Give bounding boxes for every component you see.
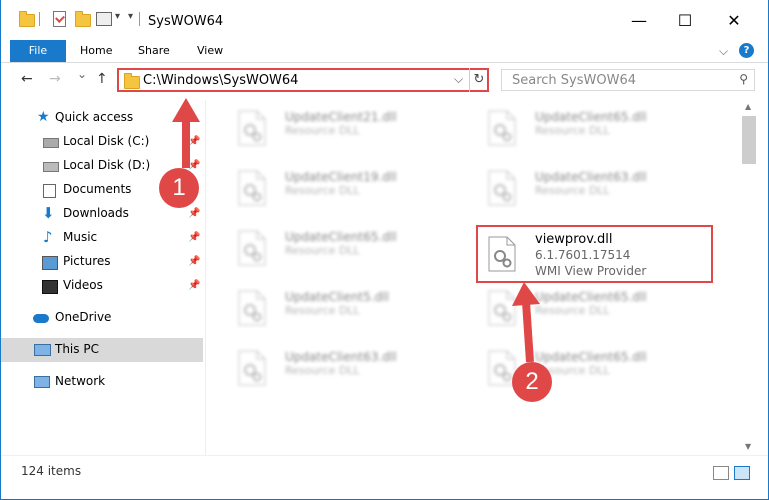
annotation-arrows — [172, 98, 540, 363]
step-badge-2: 2 — [512, 362, 552, 402]
arrow-2 — [512, 282, 540, 363]
step-badge-1: 1 — [159, 168, 199, 208]
arrow-1 — [172, 98, 200, 168]
